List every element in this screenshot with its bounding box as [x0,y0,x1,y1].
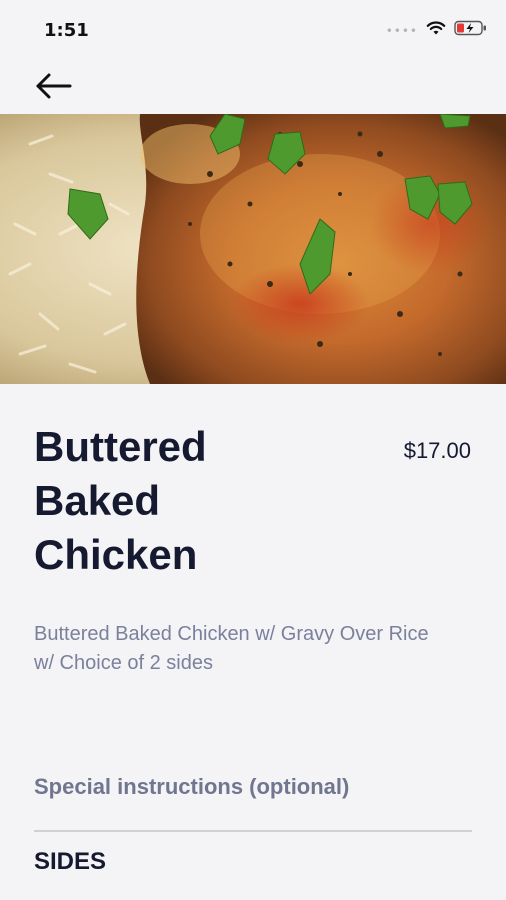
arrow-left-icon [36,73,72,99]
signal-icon: •••• [385,23,418,38]
back-button[interactable] [32,64,76,108]
item-price: $17.00 [403,438,471,463]
top-nav [0,56,506,114]
item-title: Buttered Baked Chicken [34,423,207,578]
wifi-icon [426,20,446,41]
status-time: 1:51 [44,20,89,41]
item-image [0,114,506,384]
status-bar: 1:51 •••• [0,0,506,56]
divider [34,830,472,832]
item-description: Buttered Baked Chicken w/ Gravy Over Ric… [34,623,429,674]
status-icons: •••• [386,20,488,41]
sides-section-header: SIDES [34,848,107,875]
item-details: Buttered Baked Chicken $17.00 Buttered B… [0,384,506,900]
battery-charging-icon [454,20,488,41]
special-instructions-button[interactable]: Special instructions (optional) [34,774,349,800]
